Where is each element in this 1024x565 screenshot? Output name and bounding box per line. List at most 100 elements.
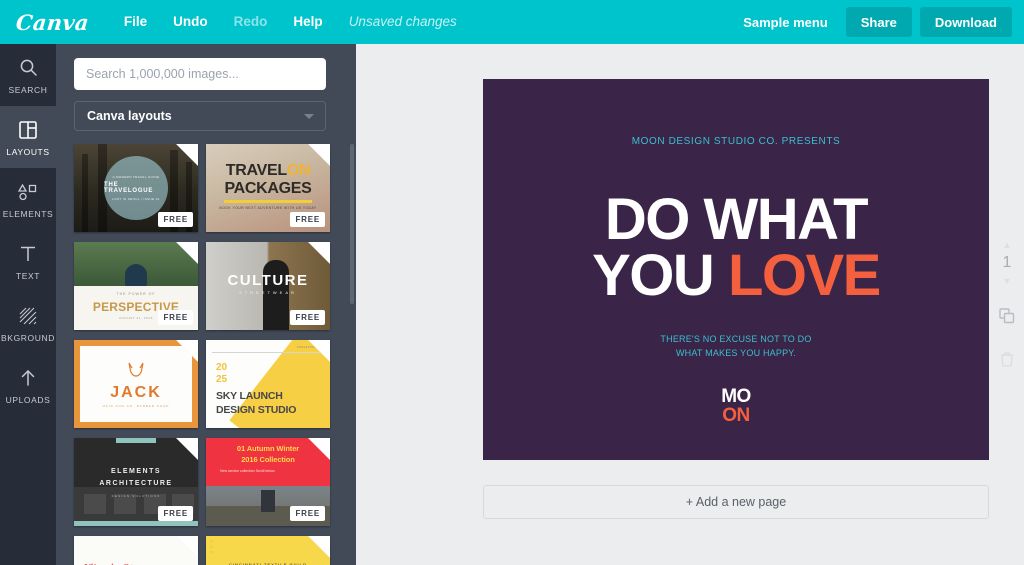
design-headline-love: LOVE — [727, 243, 881, 308]
sidebar-label-background: BKGROUND — [1, 332, 55, 343]
sidebar-label-uploads: UPLOADS — [5, 394, 51, 405]
layout-thumb-travelogue[interactable]: A MODERN TRAVEL GUIDE THE TRAVELOGUE LOS… — [74, 144, 198, 232]
canva-editor: Canva File Undo Redo Help Unsaved change… — [0, 0, 1024, 565]
thumb-subtitle: STREETWEAR — [239, 290, 297, 295]
top-bar-actions: Sample menu Share Download — [733, 7, 1024, 37]
menu-file[interactable]: File — [111, 0, 160, 44]
thumb-line3: BOOK YOUR NEXT ADVENTURE WITH US TODAY — [219, 206, 317, 210]
design-headline-you: YOU — [592, 243, 728, 308]
thumb-title: CULTURE — [227, 272, 309, 289]
layout-thumb-jack[interactable]: JACK HAIR AND CO. BARBER SHOP — [74, 340, 198, 428]
design-headline-line1[interactable]: DO WHAT — [483, 191, 989, 249]
chevron-down-icon — [304, 114, 314, 119]
design-subtext-line2: WHAT MAKES YOU HAPPY. — [675, 347, 797, 358]
elements-icon — [17, 180, 39, 204]
thumb-cell: Vitamin C+ — [74, 536, 202, 565]
page-controls-rail: ▲ 1 ▼ — [990, 44, 1024, 565]
search-input[interactable] — [74, 58, 326, 90]
thumb-year-bottom: 25 — [216, 374, 228, 385]
design-moon-logo[interactable]: MO ON — [483, 387, 989, 426]
decor-band — [116, 438, 156, 443]
layout-thumb-cincinnati-textile[interactable]: × × × CINCINNATI TEXTILE GUILD — [206, 536, 330, 565]
sidebar-item-layouts[interactable]: LAYOUTS — [0, 98, 56, 176]
design-canvas[interactable]: MOON DESIGN STUDIO CO. PRESENTS DO WHAT … — [483, 79, 989, 460]
chevron-down-icon[interactable]: ▼ — [1003, 276, 1012, 286]
chevron-up-icon[interactable]: ▲ — [1003, 240, 1012, 250]
sidebar-item-elements[interactable]: ELEMENTS — [0, 168, 56, 230]
search-icon — [19, 56, 38, 80]
decor-band — [74, 521, 198, 526]
duplicate-page-icon[interactable] — [999, 308, 1015, 329]
thumb-badge-circle: A MODERN TRAVEL GUIDE THE TRAVELOGUE LOS… — [104, 156, 168, 220]
page-fold-icon — [176, 536, 198, 558]
layouts-panel: Canva layouts A MODERN TRAVEL GUIDE THE … — [56, 44, 356, 565]
thumb-line1: SKY LAUNCH — [216, 390, 283, 402]
decor-figure — [261, 490, 275, 512]
sidebar-item-background[interactable]: BKGROUND — [0, 292, 56, 354]
decor-rule — [212, 352, 324, 353]
thumb-cell: PRESENTATION 20 25 SKY LAUNCH DESIGN STU… — [202, 340, 330, 438]
layout-thumb-sky-launch[interactable]: PRESENTATION 20 25 SKY LAUNCH DESIGN STU… — [206, 340, 330, 428]
thumb-line1: TRAVELON — [225, 162, 311, 179]
layout-thumb-autumn-winter[interactable]: 01 Autumn Winter 2016 Collection New ser… — [206, 438, 330, 526]
download-button[interactable]: Download — [919, 7, 1012, 37]
layout-category-select[interactable]: Canva layouts — [74, 101, 326, 131]
thumb-line2: PACKAGES — [224, 180, 312, 197]
thumb-cell: A MODERN TRAVEL GUIDE THE TRAVELOGUE LOS… — [74, 144, 202, 242]
thumb-line2: ARCHITECTURE — [99, 480, 173, 487]
design-headline-line2[interactable]: YOU LOVE — [483, 247, 989, 305]
decor-rule — [224, 200, 312, 203]
thumb-bottom-text: LOST IN SEOUL | ISSUE 01 — [112, 197, 160, 201]
add-new-page-button[interactable]: + Add a new page — [483, 485, 989, 519]
menu-help[interactable]: Help — [280, 0, 335, 44]
design-subtext[interactable]: THERE'S NO EXCUSE NOT TO DO WHAT MAKES Y… — [483, 333, 989, 361]
layout-thumb-vitamin-c[interactable]: Vitamin C+ — [74, 536, 198, 565]
thumb-cell: ELEMENTS ARCHITECTURE DESIGN SOLUTIONS F… — [74, 438, 202, 536]
page-fold-icon — [176, 438, 198, 460]
share-button[interactable]: Share — [845, 7, 912, 37]
sidebar-label-layouts: LAYOUTS — [6, 146, 50, 157]
sidebar-item-search[interactable]: SEARCH — [0, 44, 56, 106]
decor-tree — [82, 154, 88, 232]
unsaved-changes-status: Unsaved changes — [348, 14, 457, 29]
design-logo-top: MO — [721, 386, 751, 407]
thumb-cell: JACK HAIR AND CO. BARBER SHOP — [74, 340, 202, 438]
layout-thumb-elements-architecture[interactable]: ELEMENTS ARCHITECTURE DESIGN SOLUTIONS F… — [74, 438, 198, 526]
thumb-kicker: THE POWER OF — [116, 292, 156, 296]
sidebar-item-text[interactable]: TEXT — [0, 230, 56, 292]
free-badge: FREE — [158, 310, 193, 325]
trash-icon[interactable] — [1000, 351, 1014, 372]
thumb-year-top: 20 — [216, 362, 228, 373]
free-badge: FREE — [158, 212, 193, 227]
thumb-line1: ELEMENTS — [110, 468, 162, 475]
sidebar-label-search: SEARCH — [8, 84, 48, 95]
thumb-line1: 01 Autumn Winter — [236, 444, 300, 453]
layout-thumb-perspective[interactable]: THE POWER OF PERSPECTIVE AUGUST 21, 2016… — [74, 242, 198, 330]
page-fold-icon — [176, 242, 198, 264]
menu-undo[interactable]: Undo — [160, 0, 221, 44]
sidebar-item-uploads[interactable]: UPLOADS — [0, 354, 56, 416]
panel-scrollbar[interactable] — [350, 144, 354, 304]
layout-thumbnail-grid: A MODERN TRAVEL GUIDE THE TRAVELOGUE LOS… — [74, 144, 330, 565]
top-bar: Canva File Undo Redo Help Unsaved change… — [0, 0, 1024, 44]
page-number: 1 — [1002, 254, 1012, 271]
thumb-subtitle: HAIR AND CO. BARBER SHOP — [102, 404, 170, 408]
left-sidebar: SEARCH LAYOUTS ELEMENTS TEXT BKGROUND UP… — [0, 44, 56, 565]
design-kicker-text[interactable]: MOON DESIGN STUDIO CO. PRESENTS — [483, 136, 989, 147]
decor-figure — [125, 264, 147, 288]
thumb-line3: DESIGN SOLUTIONS — [111, 494, 161, 498]
canva-logo[interactable]: Canva — [15, 10, 91, 35]
upload-icon — [19, 366, 37, 390]
sample-menu-button[interactable]: Sample menu — [733, 15, 838, 30]
layout-category-value: Canva layouts — [87, 109, 172, 123]
free-badge: FREE — [290, 506, 325, 521]
sidebar-label-elements: ELEMENTS — [2, 208, 54, 219]
thumb-cell: 01 Autumn Winter 2016 Collection New ser… — [202, 438, 330, 536]
thumb-line2: 2016 Collection — [241, 455, 295, 464]
page-fold-icon — [308, 536, 330, 558]
editor-stage: MOON DESIGN STUDIO CO. PRESENTS DO WHAT … — [356, 44, 1024, 565]
layout-thumb-travel-on-packages[interactable]: TRAVELON PACKAGES BOOK YOUR NEXT ADVENTU… — [206, 144, 330, 232]
layout-thumb-culture[interactable]: CULTURE STREETWEAR FREE — [206, 242, 330, 330]
menu-redo[interactable]: Redo — [221, 0, 281, 44]
free-badge: FREE — [290, 310, 325, 325]
